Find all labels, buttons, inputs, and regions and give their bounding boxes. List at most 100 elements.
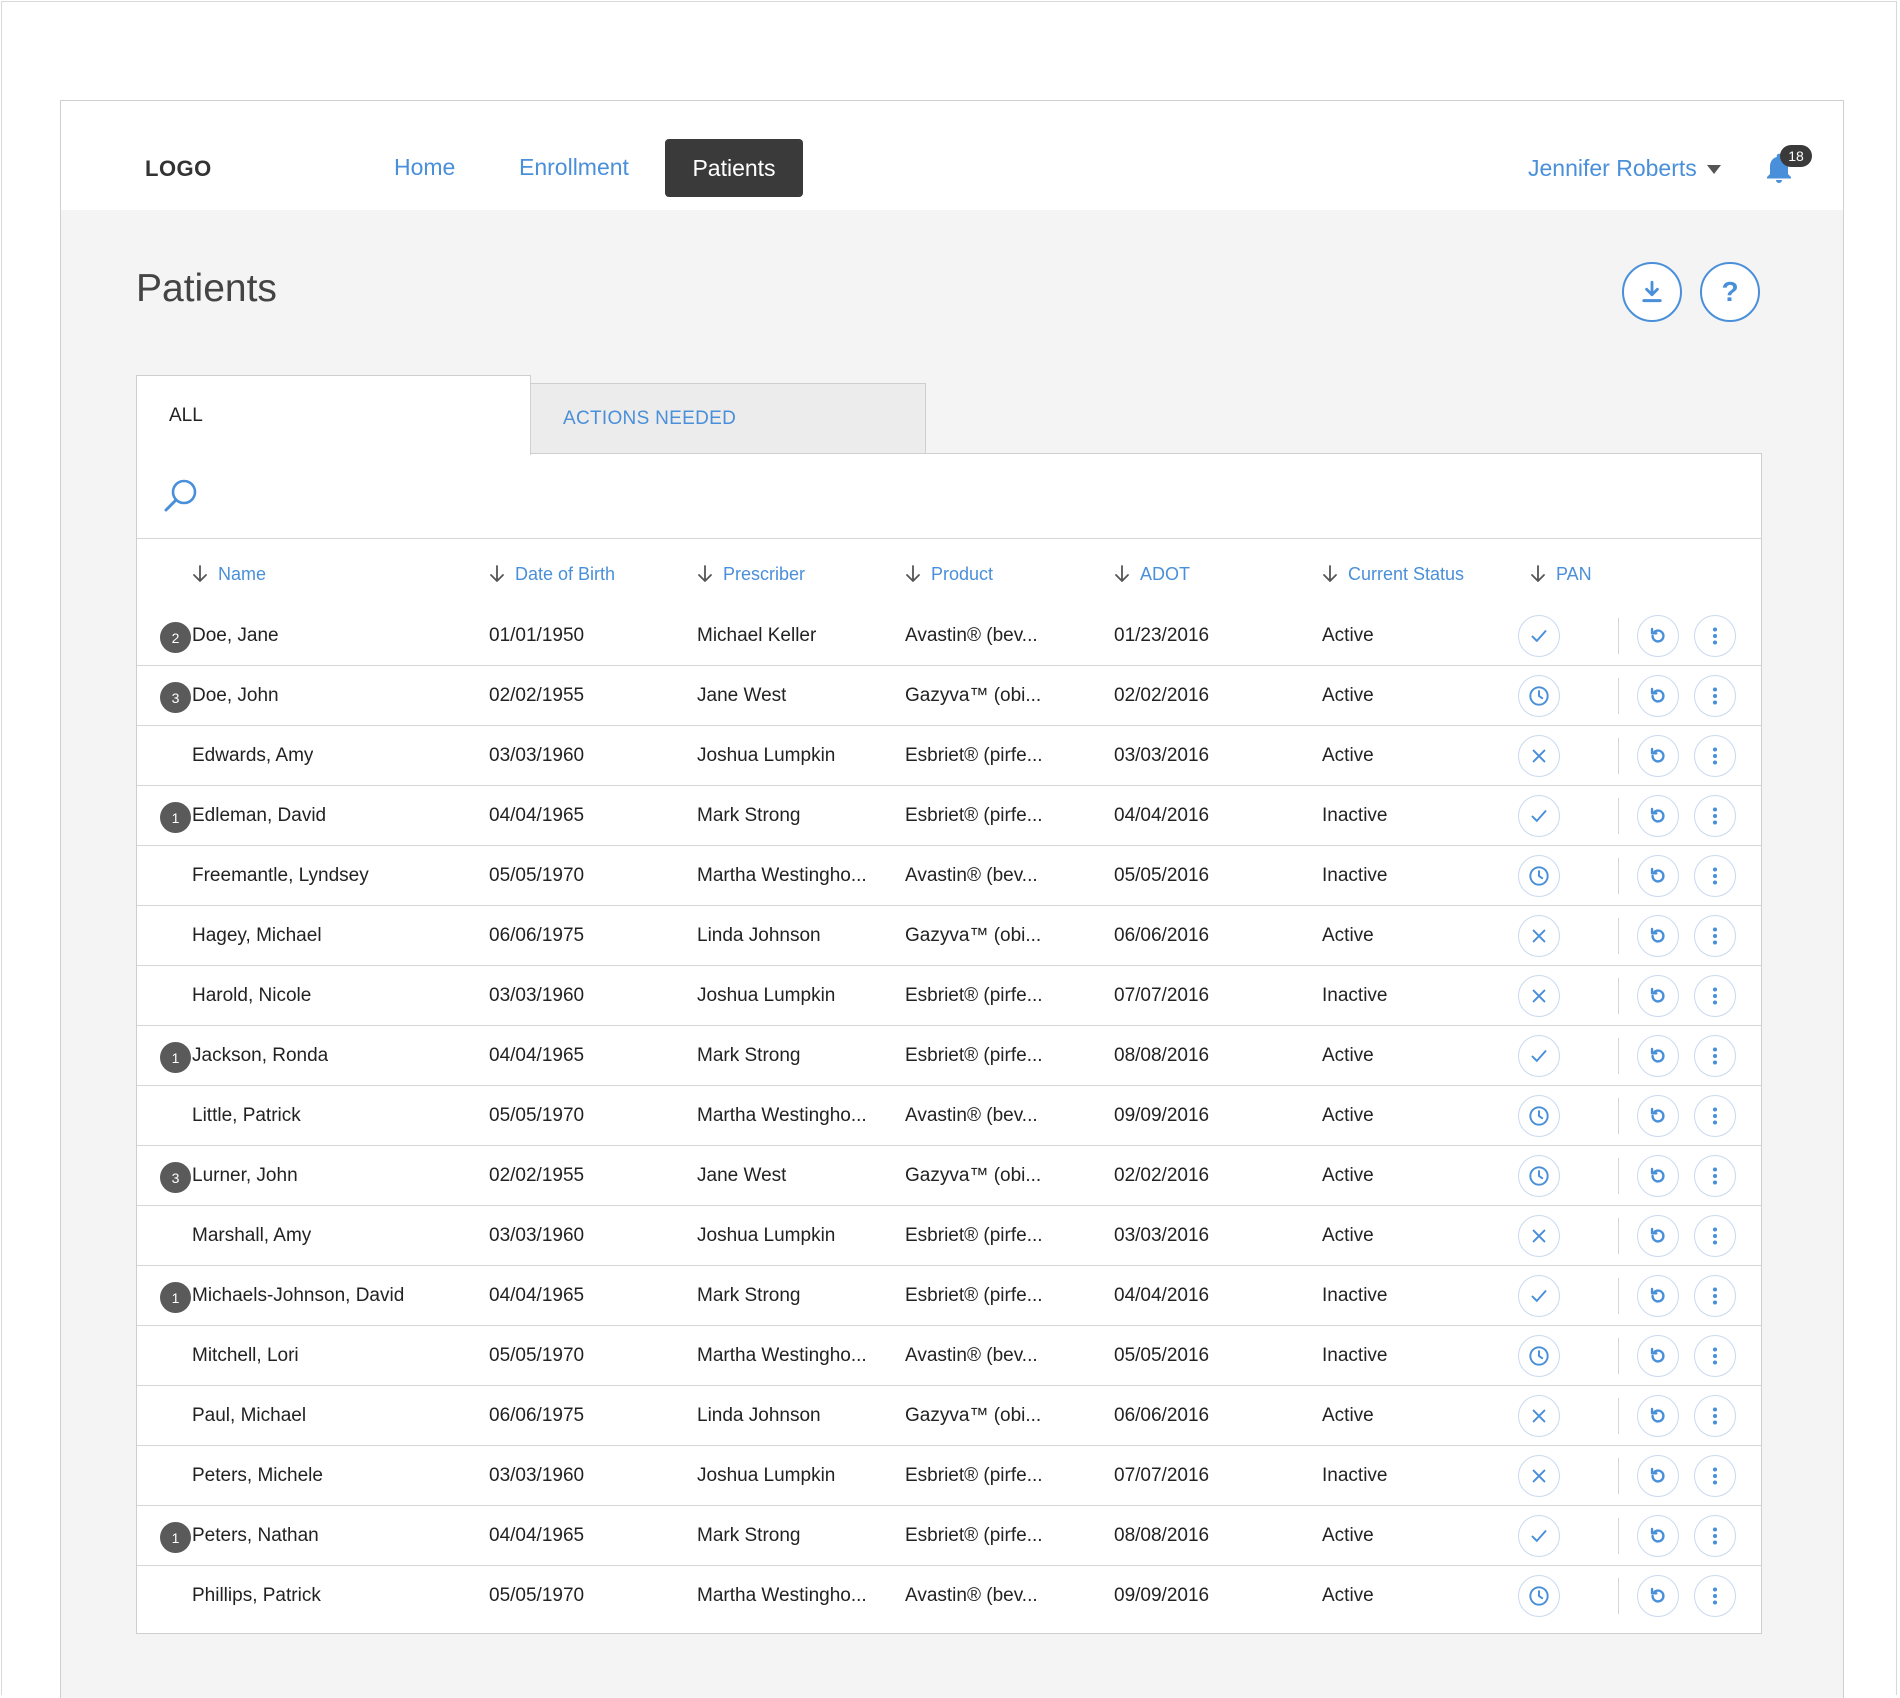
more-options-button[interactable]	[1694, 1035, 1736, 1077]
more-options-button[interactable]	[1694, 1395, 1736, 1437]
table-row[interactable]: 1 Jackson, Ronda 04/04/1965 Mark Strong Esbr…	[137, 1026, 1761, 1086]
table-row[interactable]: Peters, Michele 03/03/1960 Joshua Lumpkin E…	[137, 1446, 1761, 1506]
table-row[interactable]: 2 Doe, Jane 01/01/1950 Michael Keller Avasti…	[137, 606, 1761, 666]
column-header-prescriber[interactable]: Prescriber	[697, 554, 805, 594]
reset-button[interactable]	[1637, 795, 1679, 837]
search-icon[interactable]	[161, 476, 201, 516]
reset-button[interactable]	[1637, 1155, 1679, 1197]
pan-status-button[interactable]	[1518, 735, 1560, 777]
pan-status-button[interactable]	[1518, 1395, 1560, 1437]
table-row[interactable]: Paul, Michael 06/06/1975 Linda Johnson Gazy…	[137, 1386, 1761, 1446]
reset-button[interactable]	[1637, 1215, 1679, 1257]
nav-home-link[interactable]: Home	[394, 154, 455, 181]
more-options-button[interactable]	[1694, 1575, 1736, 1617]
cell-prescriber: Martha Westingho...	[697, 1585, 867, 1606]
nav-enrollment-link[interactable]: Enrollment	[519, 154, 629, 181]
more-options-button[interactable]	[1694, 735, 1736, 777]
pan-status-button[interactable]	[1518, 855, 1560, 897]
more-options-button[interactable]	[1694, 1095, 1736, 1137]
reset-button[interactable]	[1637, 735, 1679, 777]
column-header-pan[interactable]: PAN	[1530, 554, 1592, 594]
cell-patient-name: Jackson, Ronda	[192, 1045, 329, 1066]
cell-prescriber: Michael Keller	[697, 625, 817, 646]
pan-status-button[interactable]	[1518, 1335, 1560, 1377]
table-row[interactable]: Hagey, Michael 06/06/1975 Linda Johnson Gaz…	[137, 906, 1761, 966]
pan-status-button[interactable]	[1518, 1575, 1560, 1617]
column-header-name[interactable]: Name	[192, 554, 266, 594]
cell-patient-name: Mitchell, Lori	[192, 1345, 299, 1366]
reset-button[interactable]	[1637, 615, 1679, 657]
reset-button[interactable]	[1637, 1095, 1679, 1137]
nav-patients-link[interactable]: Patients	[665, 139, 803, 197]
cell-status: Active	[1322, 1165, 1374, 1186]
pan-status-button[interactable]	[1518, 1035, 1560, 1077]
reset-button[interactable]	[1637, 1035, 1679, 1077]
table-row[interactable]: Little, Patrick 05/05/1970 Martha Westingh…	[137, 1086, 1761, 1146]
more-options-button[interactable]	[1694, 975, 1736, 1017]
table-row[interactable]: Freemantle, Lyndsey 05/05/1970 Martha West…	[137, 846, 1761, 906]
column-header-product[interactable]: Product	[905, 554, 993, 594]
column-header-adot[interactable]: ADOT	[1114, 554, 1190, 594]
user-menu[interactable]: Jennifer Roberts	[1528, 155, 1721, 182]
reset-button[interactable]	[1637, 675, 1679, 717]
pan-status-button[interactable]	[1518, 795, 1560, 837]
column-header-current-status[interactable]: Current Status	[1322, 554, 1464, 594]
pan-status-button[interactable]	[1518, 1215, 1560, 1257]
tab-actions-needed[interactable]: ACTIONS NEEDED	[530, 383, 926, 455]
pan-status-button[interactable]	[1518, 975, 1560, 1017]
pan-status-button[interactable]	[1518, 915, 1560, 957]
more-options-button[interactable]	[1694, 1335, 1736, 1377]
reset-button[interactable]	[1637, 1575, 1679, 1617]
more-options-button[interactable]	[1694, 1455, 1736, 1497]
more-options-button[interactable]	[1694, 915, 1736, 957]
cell-adot: 01/23/2016	[1114, 625, 1210, 646]
pan-status-button[interactable]	[1518, 1275, 1560, 1317]
more-options-button[interactable]	[1694, 795, 1736, 837]
more-options-button[interactable]	[1694, 1515, 1736, 1557]
cell-status: Active	[1322, 1585, 1374, 1606]
table-row[interactable]: 1 Michaels-Johnson, David 04/04/1965 Mark S…	[137, 1266, 1761, 1326]
pan-status-button[interactable]	[1518, 1515, 1560, 1557]
clock-icon	[1529, 1586, 1549, 1606]
tab-all[interactable]: ALL	[136, 375, 531, 455]
cell-patient-name: Little, Patrick	[192, 1105, 301, 1126]
pan-status-button[interactable]	[1518, 1155, 1560, 1197]
reset-button[interactable]	[1637, 1455, 1679, 1497]
cell-adot: 09/09/2016	[1114, 1585, 1210, 1606]
reset-button[interactable]	[1637, 855, 1679, 897]
table-row[interactable]: Edwards, Amy 03/03/1960 Joshua Lumpkin Esbr…	[137, 726, 1761, 786]
table-row[interactable]: Marshall, Amy 03/03/1960 Joshua Lumpkin Esb…	[137, 1206, 1761, 1266]
more-options-button[interactable]	[1694, 615, 1736, 657]
more-options-button[interactable]	[1694, 675, 1736, 717]
cell-prescriber: Martha Westingho...	[697, 865, 867, 886]
reset-button[interactable]	[1637, 975, 1679, 1017]
pan-status-button[interactable]	[1518, 675, 1560, 717]
table-row[interactable]: 1 Peters, Nathan 04/04/1965 Mark Strong Esbr…	[137, 1506, 1761, 1566]
download-button[interactable]	[1622, 262, 1682, 322]
pan-status-button[interactable]	[1518, 1455, 1560, 1497]
table-row[interactable]: 3 Doe, John 02/02/1955 Jane West Gazyva™ (ob…	[137, 666, 1761, 726]
more-options-button[interactable]	[1694, 1275, 1736, 1317]
pan-status-button[interactable]	[1518, 1095, 1560, 1137]
reset-button[interactable]	[1637, 1515, 1679, 1557]
pan-status-button[interactable]	[1518, 615, 1560, 657]
reset-icon	[1650, 747, 1665, 763]
table-row[interactable]: Phillips, Patrick 05/05/1970 Martha Westin…	[137, 1566, 1761, 1626]
cell-patient-name: Harold, Nicole	[192, 985, 312, 1006]
reset-button[interactable]	[1637, 1335, 1679, 1377]
reset-button[interactable]	[1637, 1395, 1679, 1437]
reset-button[interactable]	[1637, 915, 1679, 957]
more-options-button[interactable]	[1694, 1215, 1736, 1257]
help-button[interactable]: ?	[1700, 262, 1760, 322]
more-options-button[interactable]	[1694, 1155, 1736, 1197]
reset-button[interactable]	[1637, 1275, 1679, 1317]
more-options-button[interactable]	[1694, 855, 1736, 897]
table-row[interactable]: Mitchell, Lori 05/05/1970 Martha Westingho…	[137, 1326, 1761, 1386]
table-row[interactable]: 1 Edleman, David 04/04/1965 Mark Strong Esbr…	[137, 786, 1761, 846]
table-row[interactable]: 3 Lurner, John 02/02/1955 Jane West Gazyva™ …	[137, 1146, 1761, 1206]
table-row[interactable]: Harold, Nicole 03/03/1960 Joshua Lumpkin Es…	[137, 966, 1761, 1026]
more-vertical-icon	[1712, 1587, 1718, 1605]
column-header-date-of-birth[interactable]: Date of Birth	[489, 554, 615, 594]
column-header-label: Date of Birth	[515, 563, 616, 584]
more-vertical-icon	[1712, 987, 1718, 1005]
